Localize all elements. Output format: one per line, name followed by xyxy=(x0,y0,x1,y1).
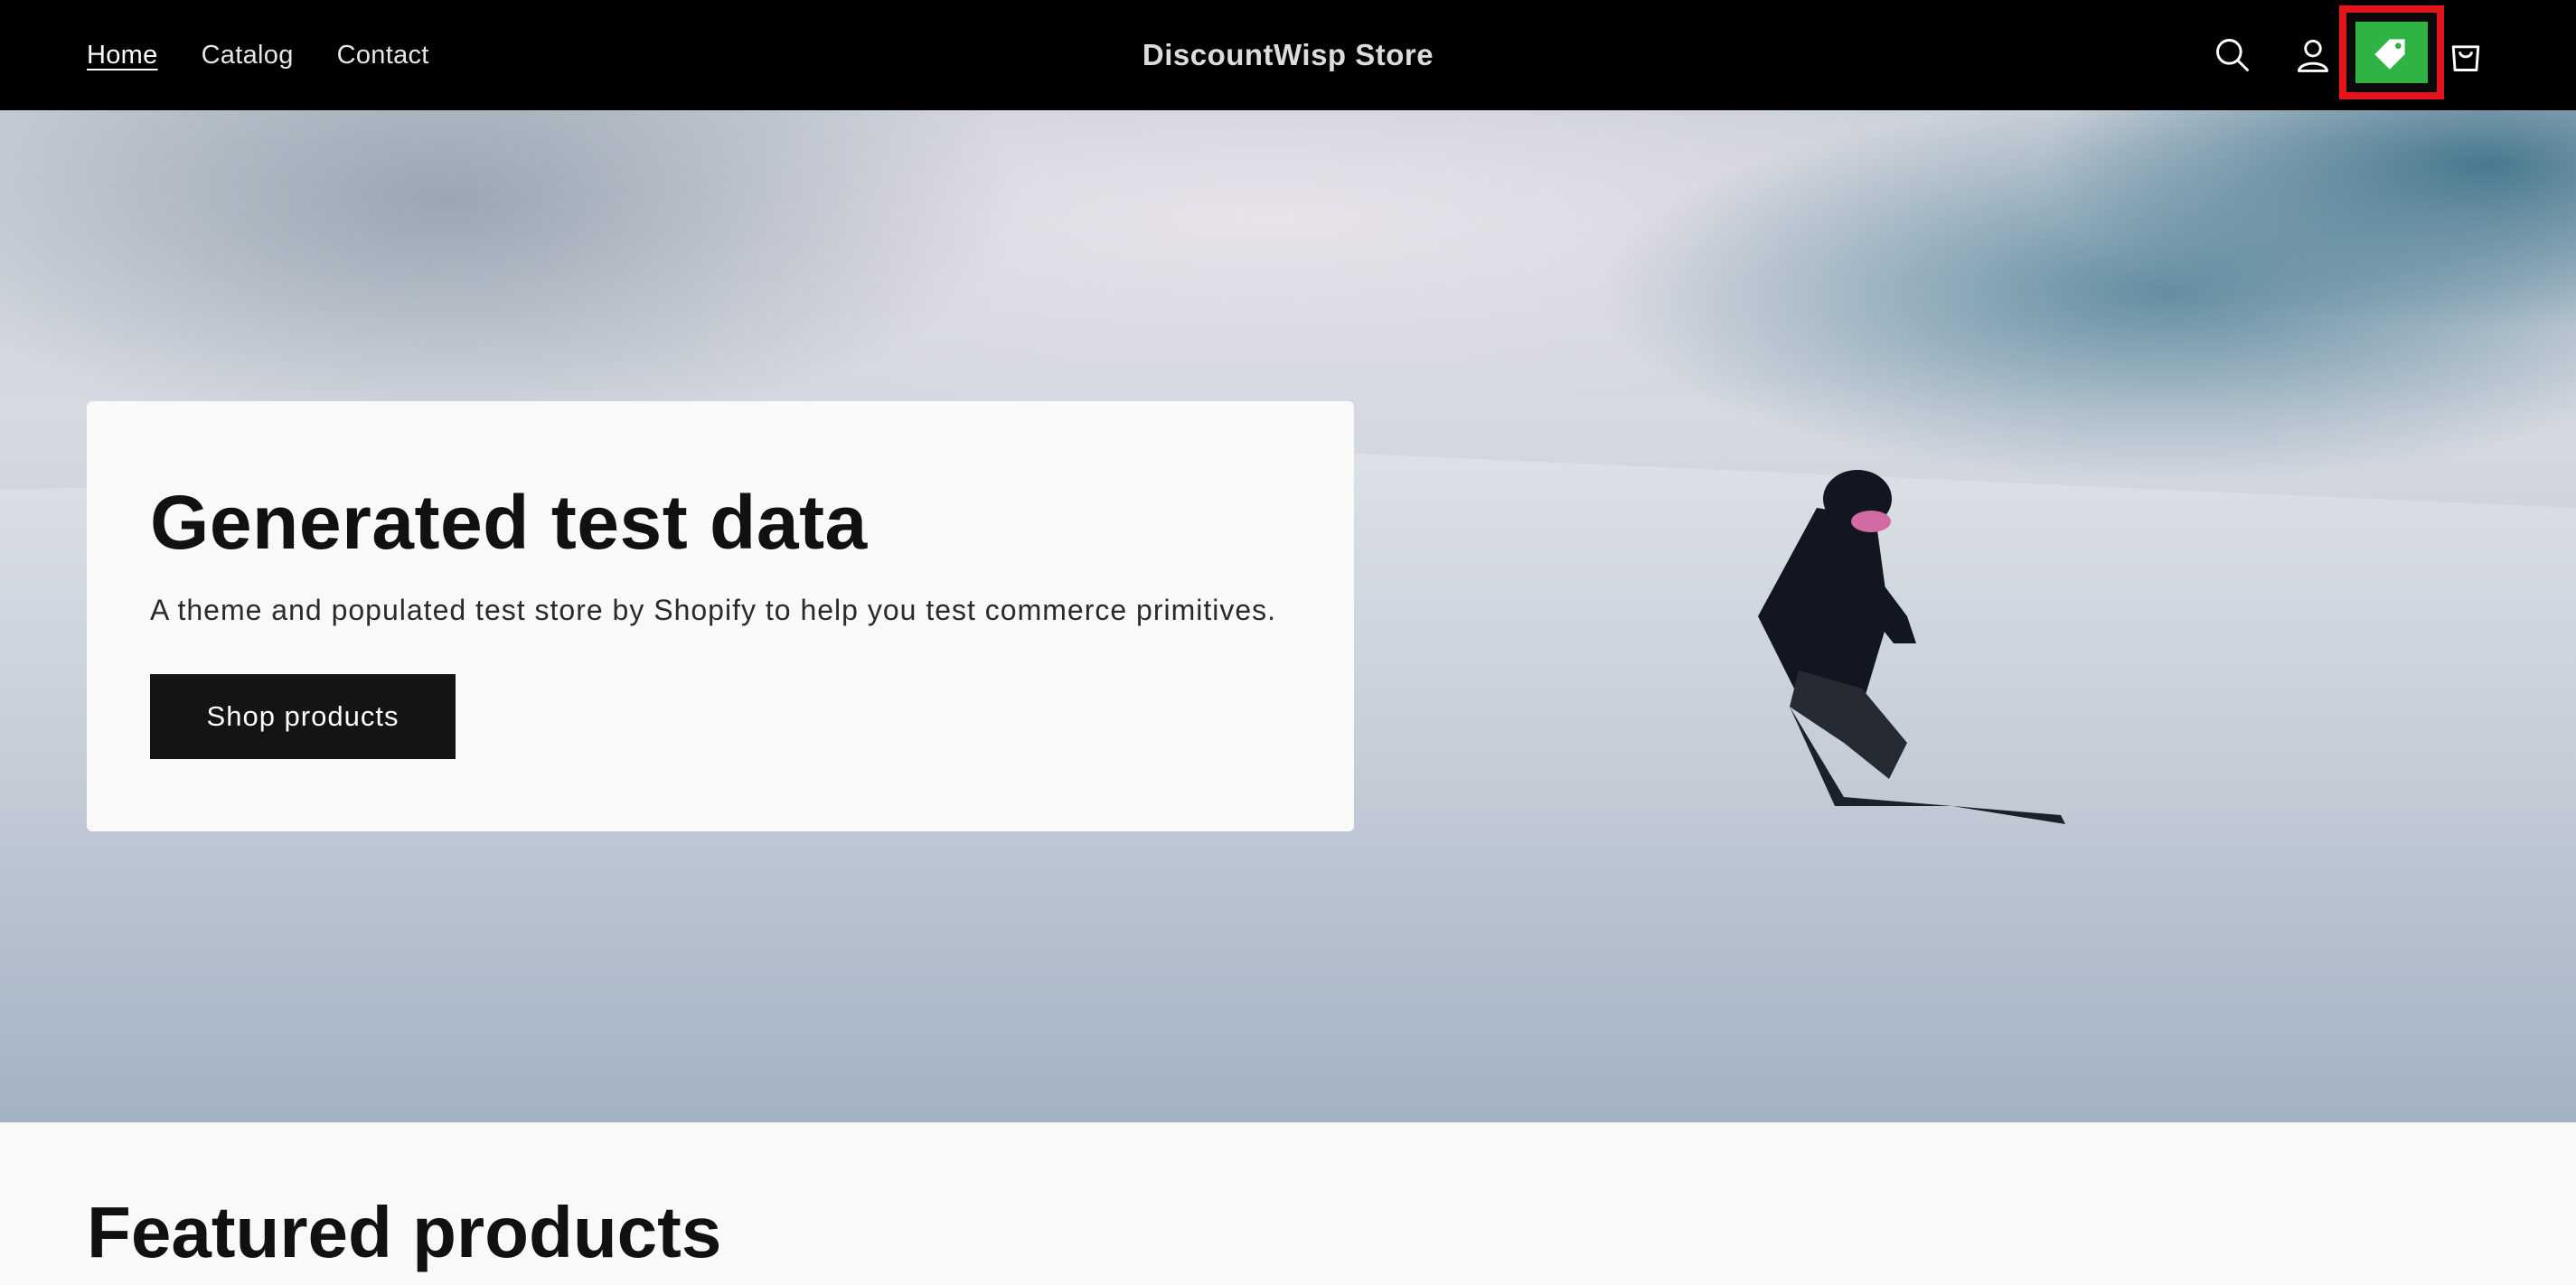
hero-title: Generated test data xyxy=(150,480,868,565)
account-icon xyxy=(2297,39,2329,72)
cart-button[interactable] xyxy=(2440,30,2491,80)
hero-card: Generated test data A theme and populate… xyxy=(87,401,1354,831)
header-icons xyxy=(0,0,2576,110)
hero-banner: Generated test data A theme and populate… xyxy=(0,110,2576,1122)
discount-badge xyxy=(2355,22,2428,83)
discount-tag-icon xyxy=(2374,39,2405,70)
search-icon xyxy=(2216,39,2249,71)
shop-products-button[interactable]: Shop products xyxy=(150,674,456,759)
search-button[interactable] xyxy=(2207,30,2258,80)
cart-icon xyxy=(2451,45,2480,71)
hero-subtitle: A theme and populated test store by Shop… xyxy=(150,594,1277,626)
featured-products-heading: Featured products xyxy=(87,1192,722,1272)
account-button[interactable] xyxy=(2288,30,2338,80)
site-header: Home Catalog Contact DiscountWisp Store xyxy=(0,0,2576,110)
discount-button[interactable] xyxy=(2339,5,2444,99)
